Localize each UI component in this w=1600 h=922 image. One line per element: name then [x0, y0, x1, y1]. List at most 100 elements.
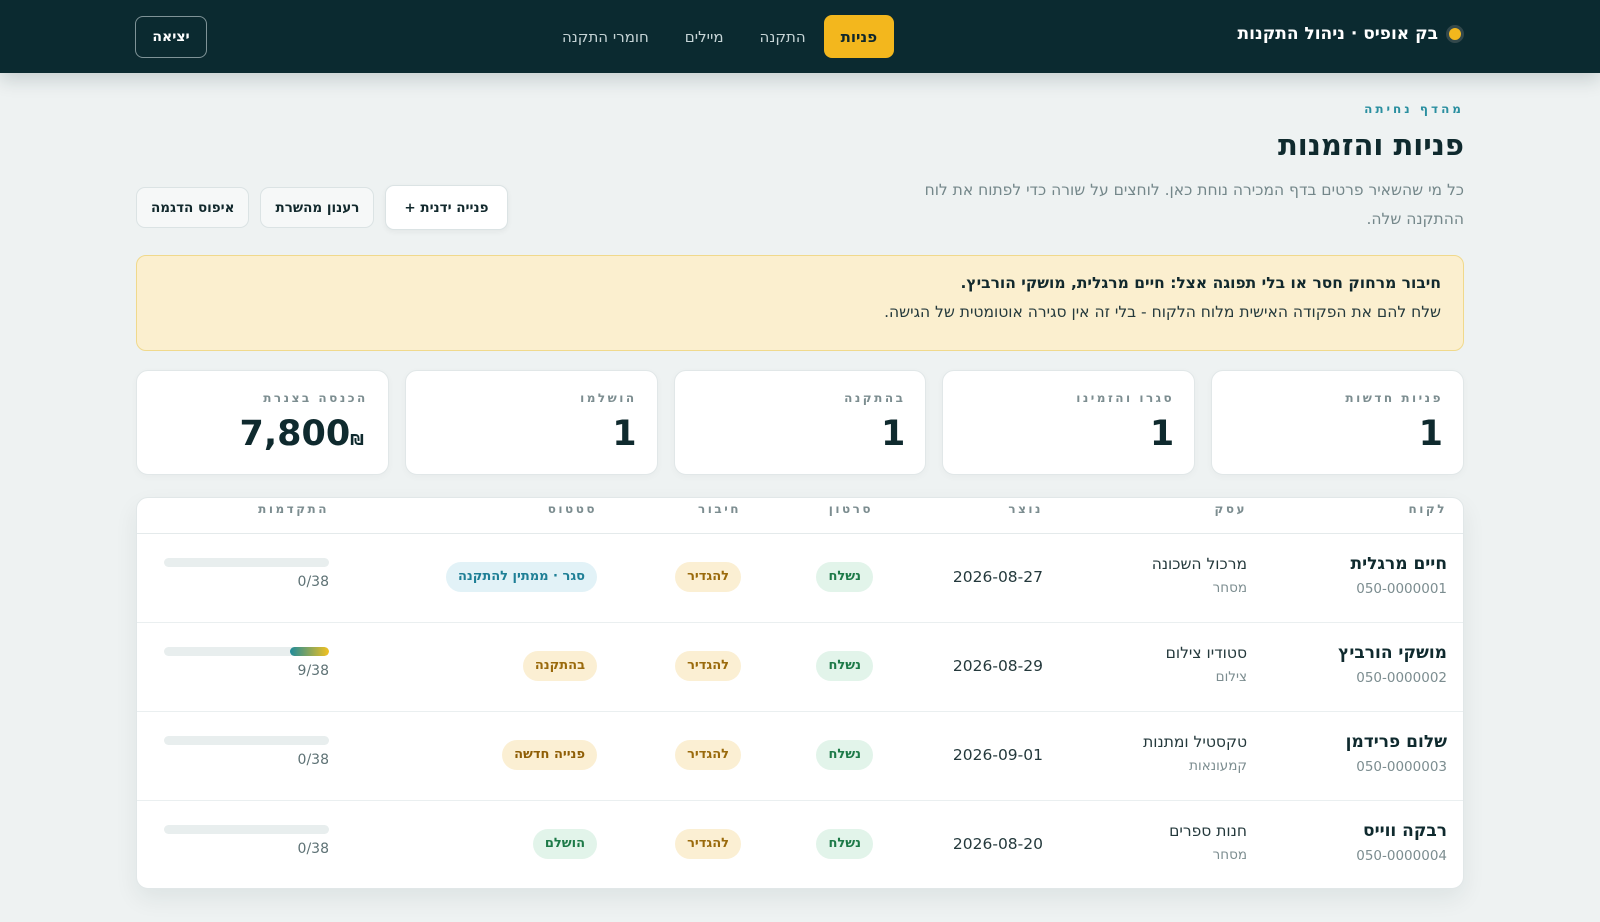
th-status: סטטוס: [547, 502, 597, 516]
progress-text: 0/38: [297, 841, 329, 857]
created-date: 2026-08-29: [952, 657, 1043, 675]
nav-item-install-materials[interactable]: חומרי התקנה: [544, 15, 667, 58]
connection-status-badge: להגדיר: [675, 562, 741, 592]
client-name: רבקה ווייס: [1363, 821, 1447, 841]
nav-item-installation[interactable]: התקנה: [742, 15, 824, 58]
progress-text: 9/38: [297, 663, 329, 679]
progress-bar: [164, 647, 329, 656]
th-video: סרטון: [828, 502, 873, 516]
stat-value: 1: [1418, 414, 1443, 454]
created-date: 2026-08-27: [952, 568, 1043, 586]
business-cell: מרכול השכונה מסחר: [1152, 555, 1247, 596]
alert-title: חיבור מרחוק חסר או בלי תפוגה אצל: חיים מ…: [960, 274, 1441, 292]
video-cell: נשלח: [816, 740, 873, 770]
stat-label: בהתקנה: [844, 391, 906, 405]
client-phone: 050-0000004: [1356, 848, 1447, 864]
client-cell: מושקי הורביץ 050-0000002: [1338, 643, 1447, 686]
th-created: נוצר: [1008, 502, 1043, 516]
table-row[interactable]: מושקי הורביץ 050-0000002 סטודיו צילום צי…: [137, 623, 1463, 712]
stat-card-in-installation: בהתקנה 1: [673, 370, 927, 475]
business-name: טקסטיל ומתנות: [1143, 733, 1247, 751]
stat-value: 1: [612, 414, 637, 454]
stat-value-wrap: 7,800₪: [157, 414, 368, 454]
video-status-badge: נשלח: [816, 562, 873, 592]
page-title: פניות והזמנות: [1278, 128, 1464, 162]
remote-connection-alert: חיבור מרחוק חסר או בלי תפוגה אצל: חיים מ…: [136, 255, 1464, 351]
progress-text: 0/38: [297, 752, 329, 768]
created-date: 2026-09-01: [952, 746, 1043, 764]
business-cell: חנות ספרים מסחר: [1169, 822, 1247, 863]
stat-card-closed-ordered: סגרו והזמינו 1: [942, 370, 1196, 475]
stat-label: הושלמו: [580, 391, 637, 405]
business-name: סטודיו צילום: [1165, 644, 1247, 662]
stat-card-pipeline-revenue: הכנסה בצנרת 7,800₪: [136, 370, 389, 475]
table-row[interactable]: שלום פרידמן 050-0000003 טקסטיל ומתנות קמ…: [137, 712, 1463, 801]
status-badge: סגר · ממתין להתקנה: [445, 562, 597, 592]
client-cell: חיים מרגלית 050-0000001: [1351, 554, 1447, 597]
brand-dot-icon: [1446, 25, 1464, 43]
video-status-badge: נשלח: [816, 740, 873, 770]
client-name: חיים מרגלית: [1350, 554, 1447, 574]
nav-item-emails[interactable]: מיילים: [667, 15, 742, 58]
client-phone: 050-0000002: [1356, 670, 1447, 686]
video-cell: נשלח: [816, 829, 873, 859]
main-nav: פניות התקנה מיילים חומרי התקנה: [544, 15, 895, 58]
stats-row: פניות חדשות 1 סגרו והזמינו 1 בהתקנה 1 הו…: [136, 370, 1464, 475]
stat-value: 1: [1149, 414, 1175, 454]
status-badge: בהתקנה: [522, 651, 597, 681]
stat-card-completed: הושלמו 1: [404, 370, 658, 475]
logout-button[interactable]: יציאה: [135, 16, 207, 58]
th-progress: התקדמות: [258, 502, 329, 516]
video-status-badge: נשלח: [816, 651, 873, 681]
alert-text: שלח להם את הפקודה האישית מלוח הלקוח - בל…: [884, 303, 1441, 321]
stat-value: 1: [881, 414, 906, 454]
client-phone: 050-0000001: [1356, 581, 1447, 597]
connection-status-badge: להגדיר: [675, 740, 741, 770]
status-cell: סגר · ממתין להתקנה: [445, 562, 597, 592]
progress-bar: [164, 825, 329, 834]
client-name: שלום פרידמן: [1345, 732, 1447, 752]
page-eyebrow: מהדף נחיתה: [1364, 102, 1464, 116]
connection-status-badge: להגדיר: [675, 829, 741, 859]
table-header: לקוח עסק נוצר סרטון חיבור סטטוס התקדמות: [137, 498, 1463, 534]
video-cell: נשלח: [816, 651, 873, 681]
business-cell: טקסטיל ומתנות קמעונאות: [1143, 733, 1247, 774]
th-client: לקוח: [1408, 502, 1447, 516]
top-navbar: בק אופיס · ניהול התקנות פניות התקנה מייל…: [0, 0, 1600, 73]
status-cell: פנייה חדשה: [502, 740, 597, 770]
progress-fill: [289, 647, 329, 656]
add-manual-lead-button[interactable]: + פנייה ידנית: [385, 185, 508, 230]
connection-cell: להגדיר: [675, 562, 741, 592]
brand[interactable]: בק אופיס · ניהול התקנות: [1238, 24, 1464, 44]
progress-text: 0/38: [297, 574, 329, 590]
th-business: עסק: [1214, 502, 1247, 516]
status-badge: הושלם: [532, 829, 597, 859]
page-description: כל מי שהשאיר פרטים בדף המכירה נוחת כאן. …: [924, 181, 1464, 228]
client-phone: 050-0000003: [1356, 759, 1447, 775]
table-row[interactable]: חיים מרגלית 050-0000001 מרכול השכונה מסח…: [137, 534, 1463, 623]
client-cell: רבקה ווייס 050-0000004: [1356, 821, 1447, 864]
progress-bar: [164, 736, 329, 745]
stat-card-new-leads: פניות חדשות 1: [1211, 370, 1464, 475]
refresh-from-server-button[interactable]: רענון מהשרת: [260, 187, 375, 228]
video-status-badge: נשלח: [816, 829, 873, 859]
client-name: מושקי הורביץ: [1338, 643, 1447, 663]
status-cell: בהתקנה: [522, 651, 597, 681]
business-category: צילום: [1215, 669, 1247, 685]
business-category: קמעונאות: [1189, 758, 1247, 774]
business-name: מרכול השכונה: [1151, 555, 1247, 573]
status-cell: הושלם: [532, 829, 597, 859]
connection-cell: להגדיר: [675, 829, 741, 859]
client-cell: שלום פרידמן 050-0000003: [1346, 732, 1447, 775]
created-date: 2026-08-20: [952, 835, 1043, 853]
table-row[interactable]: רבקה ווייס 050-0000004 חנות ספרים מסחר 2…: [137, 801, 1463, 888]
currency-unit: ₪: [350, 431, 364, 449]
nav-item-leads[interactable]: פניות: [823, 15, 895, 58]
business-name: חנות ספרים: [1169, 822, 1247, 840]
stat-label: סגרו והזמינו: [1076, 391, 1175, 405]
video-cell: נשלח: [816, 562, 873, 592]
business-cell: סטודיו צילום צילום: [1166, 644, 1247, 685]
leads-table: לקוח עסק נוצר סרטון חיבור סטטוס התקדמות …: [136, 497, 1464, 889]
connection-cell: להגדיר: [675, 651, 741, 681]
reset-demo-button[interactable]: איפוס הדגמה: [136, 187, 250, 228]
